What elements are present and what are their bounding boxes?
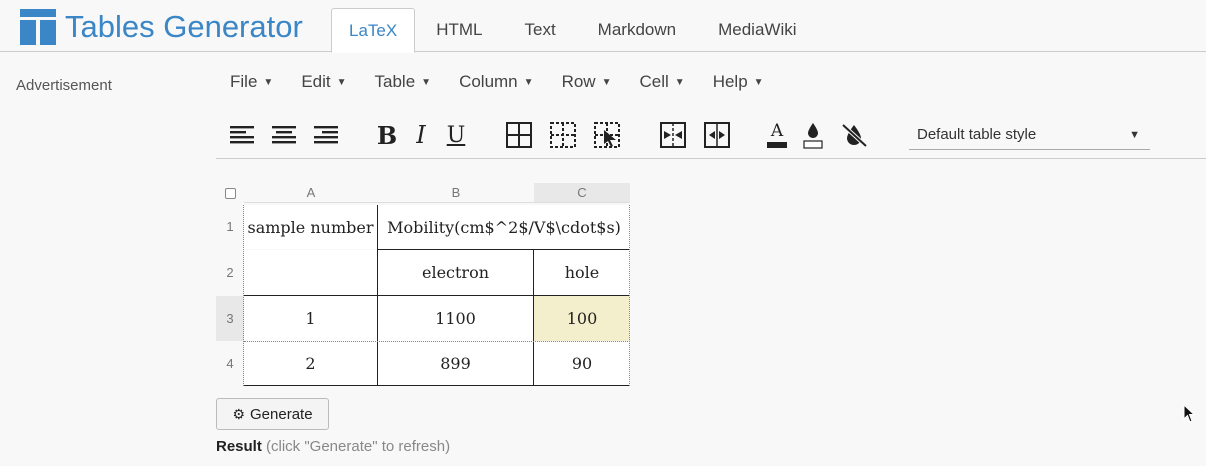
menu-label: File xyxy=(230,72,258,91)
logo[interactable]: Tables Generator xyxy=(20,9,303,45)
toolbar: B I U A Default table style ▼ xyxy=(0,112,1206,158)
column-header-b[interactable]: B xyxy=(378,183,534,203)
border-line xyxy=(244,295,630,296)
tab-latex[interactable]: LaTeX xyxy=(331,8,416,53)
menu-file[interactable]: File ▼ xyxy=(220,70,283,94)
menu-help[interactable]: Help ▼ xyxy=(703,70,774,94)
cell-c4[interactable]: 90 xyxy=(534,342,630,385)
text-color-icon[interactable]: A xyxy=(761,120,793,150)
border-line xyxy=(244,385,630,386)
table-style-select[interactable]: Default table style ▼ xyxy=(909,120,1150,150)
caret-down-icon: ▼ xyxy=(263,76,274,88)
row-header-2[interactable]: 2 xyxy=(216,250,244,295)
table-style-value: Default table style xyxy=(917,126,1037,143)
caret-down-icon: ▼ xyxy=(753,76,764,88)
background-color-icon[interactable] xyxy=(797,120,829,150)
cell-b1-merged[interactable]: Mobility(cm$^2$/V$\cdot$s) xyxy=(378,205,630,249)
cell-a2[interactable] xyxy=(244,250,377,295)
row-header-1[interactable]: 1 xyxy=(216,205,244,249)
align-left-icon[interactable] xyxy=(226,120,258,150)
menu-table[interactable]: Table ▼ xyxy=(365,70,442,94)
italic-icon[interactable]: I xyxy=(405,120,437,150)
cell-c3-selected[interactable]: 100 xyxy=(534,296,630,341)
caret-down-icon: ▼ xyxy=(523,76,534,88)
cell-a3[interactable]: 1 xyxy=(244,296,377,341)
clear-format-icon[interactable] xyxy=(838,120,870,150)
result-title: Result xyxy=(216,438,262,455)
advertisement-label: Advertisement xyxy=(16,77,112,94)
border-line xyxy=(533,250,534,386)
header: Tables Generator LaTeX HTML Text Markdow… xyxy=(0,0,1206,53)
align-center-icon[interactable] xyxy=(268,120,300,150)
generate-label: Generate xyxy=(250,405,313,423)
row-header-4[interactable]: 4 xyxy=(216,342,244,385)
row-header-3[interactable]: 3 xyxy=(216,296,244,341)
border-line xyxy=(378,249,630,250)
tab-markdown[interactable]: Markdown xyxy=(577,8,697,52)
menu-label: Table xyxy=(374,72,416,91)
all-borders-icon[interactable] xyxy=(503,120,535,150)
menu-label: Row xyxy=(561,72,596,91)
tab-mediawiki[interactable]: MediaWiki xyxy=(697,8,817,52)
cell-a4[interactable]: 2 xyxy=(244,342,377,385)
menu-bar: File ▼ Edit ▼ Table ▼ Column ▼ Row ▼ Cell ▼ He… xyxy=(220,70,782,94)
format-tabs: LaTeX HTML Text Markdown MediaWiki xyxy=(331,8,818,53)
generate-button[interactable]: ⚙ Generate xyxy=(216,398,329,430)
menu-column[interactable]: Column ▼ xyxy=(449,70,544,94)
dotted-borders-icon[interactable] xyxy=(547,120,579,150)
split-cells-icon[interactable] xyxy=(701,120,733,150)
table-logo-icon xyxy=(20,9,56,45)
result-hint: (click "Generate" to refresh) xyxy=(266,438,451,455)
caret-down-icon: ▼ xyxy=(421,76,432,88)
cell-b4[interactable]: 899 xyxy=(378,342,533,385)
caret-down-icon: ▼ xyxy=(336,76,347,88)
cell-b2[interactable]: electron xyxy=(378,250,533,295)
caret-down-icon: ▼ xyxy=(601,76,612,88)
cell-c2[interactable]: hole xyxy=(534,250,630,295)
column-header-c[interactable]: C xyxy=(534,183,630,203)
menu-edit[interactable]: Edit ▼ xyxy=(291,70,356,94)
menu-row[interactable]: Row ▼ xyxy=(552,70,622,94)
menu-cell[interactable]: Cell ▼ xyxy=(629,70,694,94)
mouse-cursor-icon xyxy=(1183,404,1196,423)
toolbar-divider xyxy=(216,158,1206,159)
cell-b3[interactable]: 1100 xyxy=(378,296,533,341)
align-right-icon[interactable] xyxy=(310,120,342,150)
cell-a1[interactable]: sample number xyxy=(244,205,377,249)
menu-label: Cell xyxy=(639,72,669,91)
tab-html[interactable]: HTML xyxy=(415,8,503,52)
result-label: Result (click "Generate" to refresh) xyxy=(216,438,450,455)
bold-icon[interactable]: B xyxy=(371,120,403,150)
merge-cells-icon[interactable] xyxy=(657,120,689,150)
underline-icon[interactable]: U xyxy=(440,120,472,150)
caret-down-icon: ▼ xyxy=(1129,129,1140,141)
grid-line xyxy=(243,205,244,386)
gears-icon: ⚙ xyxy=(232,405,245,422)
menu-label: Column xyxy=(459,72,518,91)
menu-label: Edit xyxy=(301,72,331,91)
select-borders-icon[interactable] xyxy=(591,120,623,150)
app-title: Tables Generator xyxy=(65,9,303,44)
tab-text[interactable]: Text xyxy=(503,8,576,52)
grid-line xyxy=(629,205,630,386)
text-color-letter: A xyxy=(770,121,784,141)
grid-line xyxy=(244,341,630,342)
column-header-a[interactable]: A xyxy=(244,183,378,203)
caret-down-icon: ▼ xyxy=(674,76,685,88)
menu-label: Help xyxy=(712,72,748,91)
select-all-checkbox[interactable] xyxy=(225,188,236,199)
